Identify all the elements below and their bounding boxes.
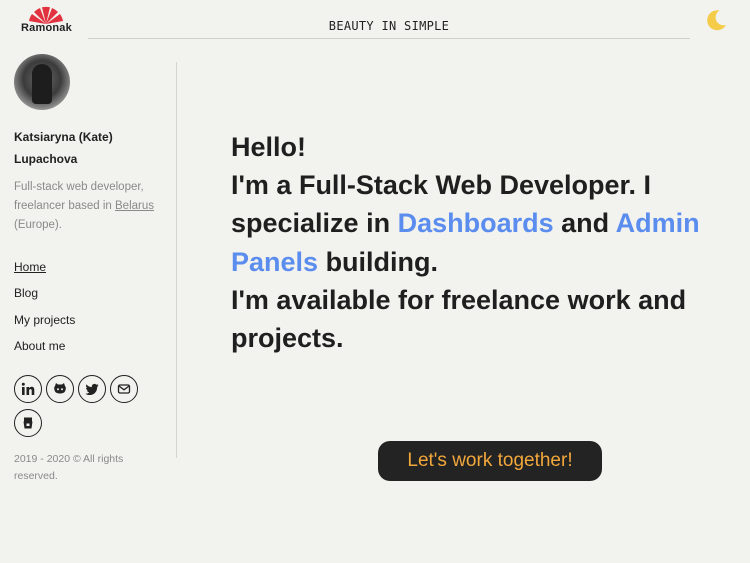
bio-text-end: (Europe). [14, 219, 62, 231]
sidebar-nav: Home Blog My projects About me [14, 254, 164, 359]
hero-description: I'm a Full-Stack Web Developer. I specia… [231, 166, 731, 281]
dev-icon [23, 417, 33, 429]
linkedin-button[interactable] [14, 375, 42, 404]
work-together-button[interactable]: Let's work together! [378, 441, 602, 481]
linkedin-icon [21, 382, 35, 396]
header-divider [88, 38, 690, 39]
hero-text-and: and [553, 208, 616, 239]
github-button[interactable] [46, 375, 74, 404]
nav-item-home[interactable]: Home [14, 254, 164, 280]
hero-availability: I'm available for freelance work and pro… [231, 284, 687, 354]
nav-item-about-me[interactable]: About me [14, 333, 164, 359]
logo[interactable]: Ramonak [18, 6, 78, 36]
hero-text-building: building. [318, 246, 439, 277]
site-tagline: BEAUTY IN SIMPLE [328, 19, 450, 33]
dev-button[interactable] [14, 409, 42, 438]
social-links [14, 375, 154, 438]
hero-greeting: Hello! [231, 132, 307, 162]
logo-text: Ramonak [21, 22, 72, 34]
nav-item-blog[interactable]: Blog [14, 280, 164, 306]
author-name-line2: Lupachova [14, 152, 78, 166]
nav-item-label: About me [14, 338, 66, 353]
copyright: 2019 - 2020 © All rights reserved. [14, 453, 124, 482]
twitter-button[interactable] [78, 375, 106, 404]
bio-location-link[interactable]: Belarus [115, 200, 154, 212]
hero-intro: Hello! I'm a Full-Stack Web Developer. I… [231, 128, 731, 357]
author-name: Katsiaryna (Kate) Lupachova [14, 126, 164, 170]
author-name-line1: Katsiaryna (Kate) [14, 130, 113, 144]
nav-item-label: Blog [14, 286, 39, 301]
theme-toggle-button[interactable] [704, 8, 728, 32]
nav-item-label: Home [14, 260, 47, 274]
nav-item-my-projects[interactable]: My projects [14, 307, 164, 333]
author-bio: Full-stack web developer, freelancer bas… [14, 178, 164, 235]
moon-icon [707, 10, 726, 31]
avatar [14, 54, 70, 110]
nav-item-label: My projects [14, 312, 76, 327]
email-button[interactable] [110, 375, 138, 404]
mail-icon [117, 384, 131, 394]
twitter-icon [85, 384, 99, 396]
sidebar-divider [176, 62, 177, 458]
sidebar: Katsiaryna (Kate) Lupachova Full-stack w… [14, 54, 164, 484]
page: Ramonak BEAUTY IN SIMPLE Katsiaryna (Kat… [0, 0, 750, 563]
hero-highlight-dashboards: Dashboards [397, 208, 554, 239]
github-icon [54, 383, 66, 394]
